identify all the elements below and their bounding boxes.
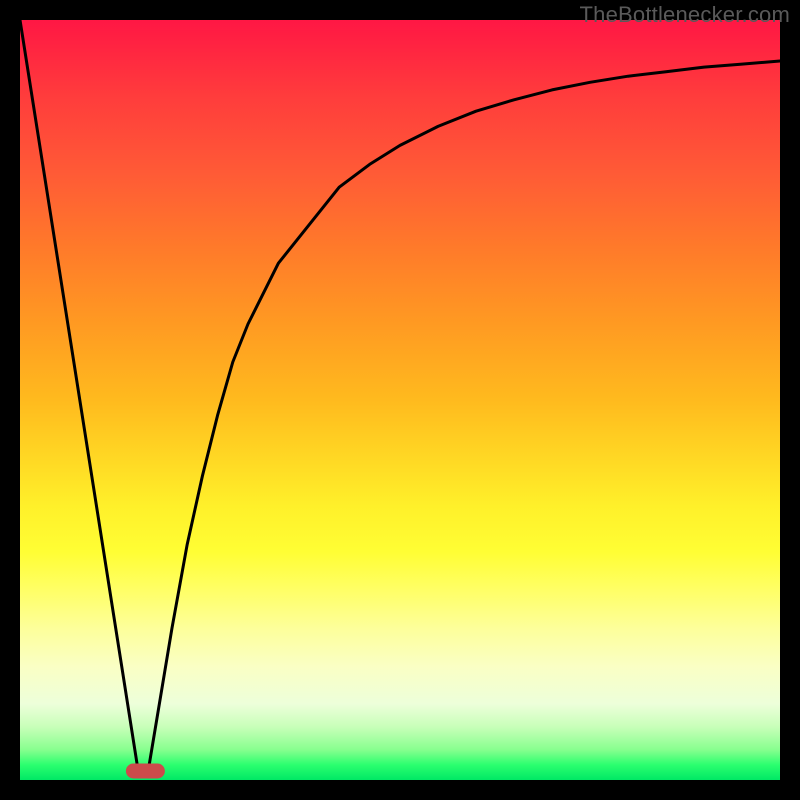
chart-frame: TheBottlenecker.com — [0, 0, 800, 800]
chart-plot-area — [20, 20, 780, 780]
watermark-text: TheBottlenecker.com — [580, 2, 790, 28]
curve-right-limb — [149, 61, 780, 765]
optimum-marker — [126, 764, 164, 778]
chart-svg — [20, 20, 780, 780]
curve-left-limb — [20, 20, 138, 769]
